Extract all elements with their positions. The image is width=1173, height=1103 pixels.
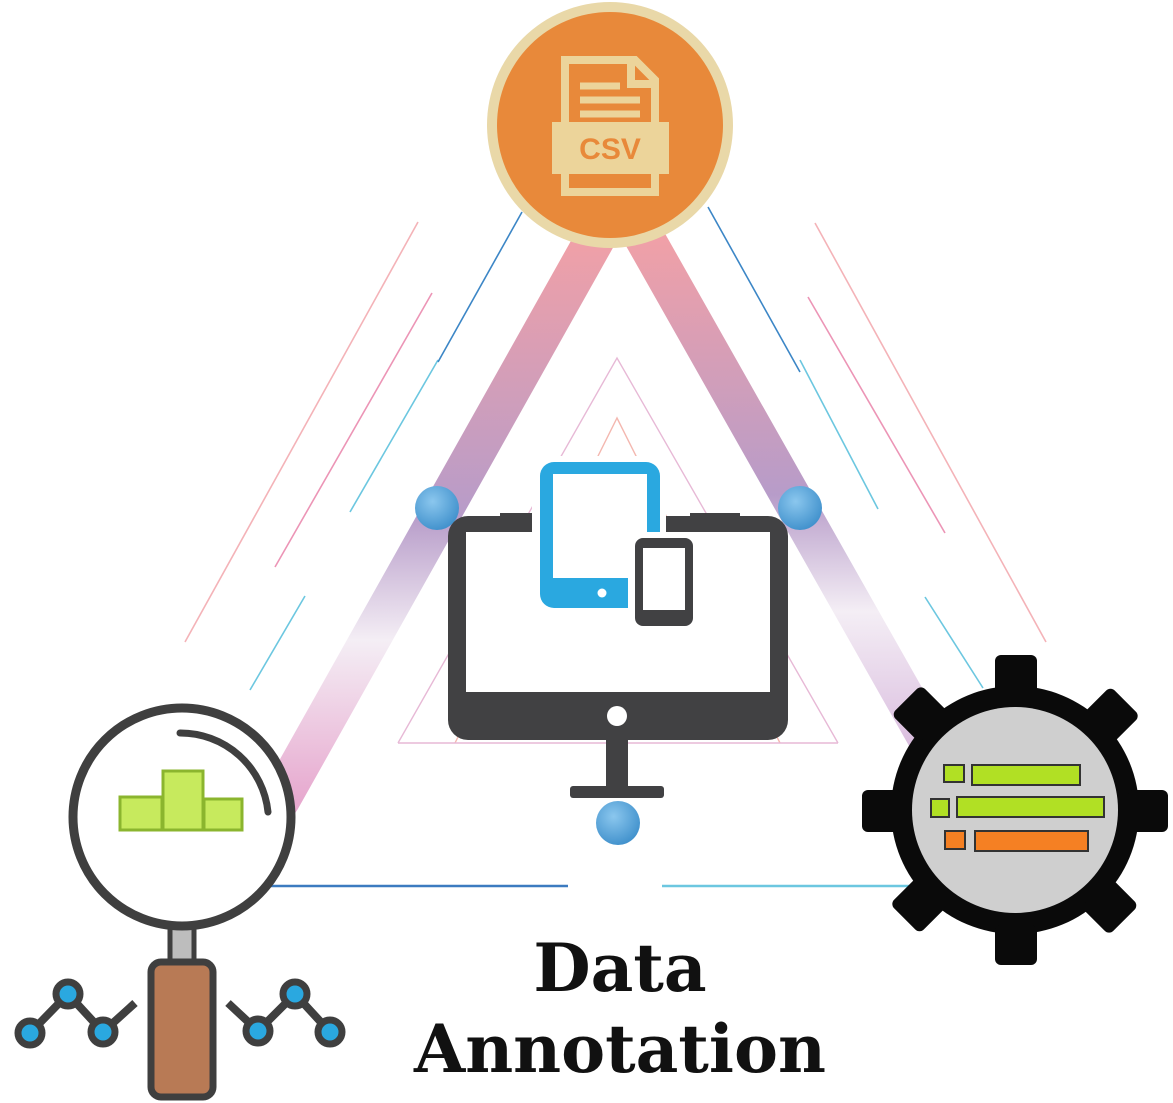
node-right [778, 486, 822, 530]
csv-label: CSV [579, 133, 641, 166]
title-line-1: Data [533, 929, 707, 1007]
devices-monitor-icon [448, 456, 788, 798]
csv-file-icon: CSV [487, 2, 733, 248]
gear-list-icon [862, 655, 1168, 965]
title-line-2: Annotation [413, 1010, 827, 1088]
node-bottom [596, 801, 640, 845]
node-left [415, 486, 459, 530]
